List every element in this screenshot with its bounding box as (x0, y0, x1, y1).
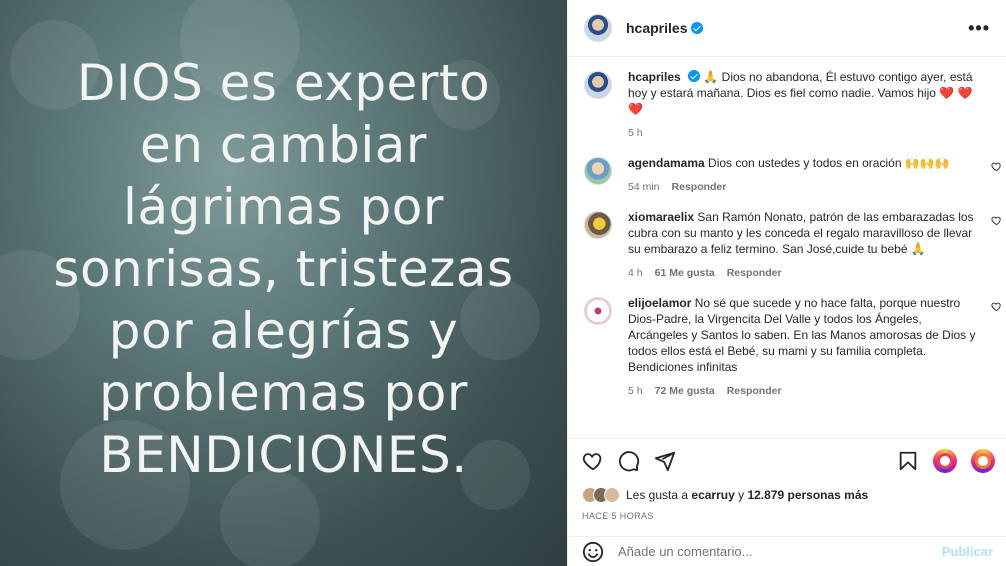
comment-likes[interactable]: 61 Me gusta (655, 265, 715, 281)
post-header: hcapriles ••• (568, 0, 1006, 57)
comments-list[interactable]: hcapriles 🙏 Dios no abandona, Él estuvo … (568, 57, 1006, 433)
reply-button[interactable]: Responder (672, 179, 727, 195)
post-timestamp[interactable]: HACE 5 HORAS (582, 511, 995, 521)
comment-username[interactable]: agendamama (628, 156, 705, 170)
comment-icon[interactable] (618, 450, 640, 472)
caption-time[interactable]: 5 h (628, 125, 643, 141)
share-icon[interactable] (654, 450, 676, 472)
post-image-text: DIOS es experto en cambiar lágrimas por … (0, 52, 567, 486)
commenter-avatar[interactable] (584, 297, 612, 325)
story-ring-icon[interactable] (933, 449, 957, 473)
likes-prefix: Les gusta a (626, 488, 689, 502)
heart-icon[interactable] (991, 161, 1002, 172)
comment-text: Dios con ustedes y todos en oración 🙌🙌🙌 (708, 156, 950, 170)
caption: hcapriles 🙏 Dios no abandona, Él estuvo … (584, 69, 990, 141)
comment-username[interactable]: xiomaraelix (628, 210, 694, 224)
reply-button[interactable]: Responder (727, 265, 782, 281)
heart-icon[interactable] (582, 450, 604, 472)
comment-input[interactable] (618, 544, 942, 559)
likes-user[interactable]: ecarruy (691, 488, 734, 502)
comment-time[interactable]: 5 h (628, 383, 643, 399)
likes-summary[interactable]: Les gusta a ecarruy y 12.879 personas má… (582, 487, 995, 503)
comment-time[interactable]: 54 min (628, 179, 660, 195)
heart-icon[interactable] (991, 301, 1002, 312)
post-image[interactable]: DIOS es experto en cambiar lágrimas por … (0, 0, 567, 566)
image-text-line: sonrisas, tristezas (53, 240, 514, 298)
post-actions: Les gusta a ecarruy y 12.879 personas má… (568, 438, 1006, 521)
image-text-line: problemas por (99, 364, 468, 422)
emoji-icon[interactable] (582, 541, 604, 563)
author-avatar[interactable] (584, 14, 612, 42)
comment-username[interactable]: elijoelamor (628, 296, 691, 310)
likes-count[interactable]: 12.879 personas más (747, 488, 868, 502)
image-text-line: DIOS es experto (76, 54, 491, 112)
image-text-line: en cambiar (139, 116, 427, 174)
likes-middle: y (738, 488, 745, 502)
author-avatar[interactable] (584, 71, 612, 99)
list-item: elijoelamor No sé que sucede y no hace f… (584, 295, 1001, 399)
commenter-avatar[interactable] (584, 211, 612, 239)
image-text-line: lágrimas por (123, 178, 444, 236)
verified-icon (691, 22, 704, 34)
list-item: xiomaraelix San Ramón Nonato, patrón de … (584, 209, 1001, 281)
reply-button[interactable]: Responder (727, 383, 782, 399)
caption-username[interactable]: hcapriles (628, 70, 681, 84)
commenter-avatar[interactable] (584, 157, 612, 185)
post-side-panel: hcapriles ••• hcapriles 🙏 Dios no abando… (567, 0, 1006, 566)
liker-avatars (582, 487, 620, 503)
comment-time[interactable]: 4 h (628, 265, 643, 281)
verified-icon (688, 70, 701, 82)
more-options-icon[interactable]: ••• (968, 18, 990, 39)
publish-button[interactable]: Publicar (942, 544, 993, 559)
bookmark-icon[interactable] (897, 450, 919, 472)
image-text-line: BENDICIONES. (99, 426, 468, 484)
image-text-line: por alegrías y (108, 302, 459, 360)
add-comment-bar: Publicar (568, 536, 1006, 566)
comment-likes[interactable]: 72 Me gusta (655, 383, 715, 399)
story-ring-icon[interactable] (971, 449, 995, 473)
list-item: agendamama Dios con ustedes y todos en o… (584, 155, 1001, 195)
author-username[interactable]: hcapriles (626, 20, 687, 36)
heart-icon[interactable] (991, 215, 1002, 226)
